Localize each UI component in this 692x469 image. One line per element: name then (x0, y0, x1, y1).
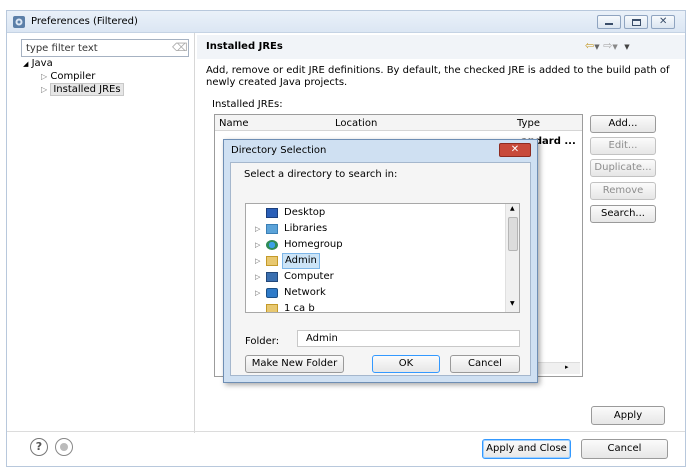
directory-tree-item[interactable]: ▷ Admin (246, 253, 504, 269)
search-button[interactable]: Search... (590, 205, 656, 223)
apply-and-close-button[interactable]: Apply and Close (482, 439, 571, 459)
folder-input[interactable]: Admin (297, 330, 520, 347)
desktop-icon (266, 208, 278, 218)
expander-arrow-icon[interactable]: ▷ (255, 285, 260, 301)
oomph-preferences-icon[interactable] (55, 438, 73, 456)
directory-tree-item[interactable]: ▷ Libraries (246, 221, 504, 237)
expander-arrow-icon[interactable]: ▷ (255, 221, 260, 237)
dialog-cancel-button[interactable]: Cancel (450, 355, 520, 373)
oomph-icon-center (60, 443, 68, 451)
directory-selection-dialog: Directory Selection ✕ Select a directory… (223, 139, 538, 383)
expander-arrow-icon[interactable]: ▷ (255, 253, 260, 269)
column-header-type[interactable]: Type (517, 118, 540, 129)
close-window-button[interactable]: ✕ (651, 15, 675, 29)
preferences-icon (13, 16, 25, 28)
apply-button[interactable]: Apply (591, 406, 665, 425)
page-description-line2: newly created Java projects. (206, 77, 348, 88)
clear-filter-icon[interactable]: ⌫ (172, 41, 188, 54)
directory-tree-item-label: Network (284, 287, 326, 298)
title-bar[interactable]: Preferences (Filtered) ✕ (7, 11, 685, 33)
preferences-window: Preferences (Filtered) ✕ type filter tex… (6, 10, 686, 467)
duplicate-button[interactable]: Duplicate... (590, 159, 656, 177)
directory-tree-item[interactable]: ▷ Network (246, 285, 504, 301)
collapsed-arrow-icon: ▷ (41, 72, 48, 81)
maximize-icon (632, 19, 641, 26)
scroll-up-arrow-icon[interactable]: ▲ (510, 205, 515, 212)
folder-label: Folder: (245, 336, 280, 347)
tree-v-scrollbar[interactable]: ▲ ▼ (505, 204, 519, 312)
directory-tree-item-label: Admin (282, 253, 320, 269)
directory-tree-item-label: Homegroup (284, 239, 343, 250)
dialog-prompt: Select a directory to search in: (244, 169, 398, 180)
dialog-body: Select a directory to search in: Desktop… (230, 162, 531, 376)
scroll-right-arrow-icon[interactable]: ▸ (565, 363, 569, 371)
back-arrow-icon[interactable]: ⇦ (585, 39, 594, 52)
tree-item-java-label: Java (31, 58, 53, 69)
add-button[interactable]: Add... (590, 115, 656, 133)
close-icon: ✕ (659, 16, 668, 27)
filter-input[interactable]: type filter text ⌫ (21, 39, 189, 57)
make-new-folder-button[interactable]: Make New Folder (245, 355, 344, 373)
cancel-preferences-button[interactable]: Cancel (581, 439, 668, 459)
collapsed-arrow-icon: ▷ (41, 85, 48, 94)
folder-icon (266, 304, 278, 312)
directory-tree-item-label: Computer (284, 271, 334, 282)
tree-item-installed-jres[interactable]: ▷ Installed JREs (41, 83, 124, 96)
directory-tree-item[interactable]: ▷ Homegroup (246, 237, 504, 253)
footer-separator (7, 431, 685, 432)
dialog-close-button[interactable]: ✕ (499, 143, 531, 157)
forward-menu-icon[interactable]: ▼ (612, 43, 617, 51)
ok-button[interactable]: OK (372, 355, 440, 373)
expanded-arrow-icon: ◢ (23, 60, 29, 68)
back-menu-icon[interactable]: ▼ (594, 43, 599, 51)
directory-tree-item[interactable]: 1 ca b (246, 301, 504, 313)
view-menu-icon[interactable]: ▼ (624, 43, 629, 51)
close-icon: ✕ (510, 144, 520, 155)
remove-button[interactable]: Remove (590, 182, 656, 200)
network-icon (266, 288, 278, 298)
sash-divider[interactable] (194, 33, 195, 433)
page-description-line1: Add, remove or edit JRE definitions. By … (206, 65, 670, 76)
expander-arrow-icon[interactable]: ▷ (255, 237, 260, 253)
minimize-icon (605, 23, 613, 25)
tree-item-installed-jres-label: Installed JREs (50, 83, 124, 96)
edit-button[interactable]: Edit... (590, 137, 656, 155)
window-title: Preferences (Filtered) (31, 16, 138, 27)
history-nav: ⇦▼ ⇨▼ ▼ (585, 39, 630, 52)
directory-tree-item-label: Desktop (284, 207, 326, 218)
libraries-icon (266, 224, 278, 234)
minimize-button[interactable] (597, 15, 621, 29)
installed-jres-label: Installed JREs: (212, 99, 283, 110)
column-header-name[interactable]: Name (219, 118, 249, 129)
directory-tree-item-label: Libraries (284, 223, 328, 234)
filter-placeholder: type filter text (26, 43, 98, 54)
dialog-title: Directory Selection (231, 145, 327, 156)
directory-tree-rows: Desktop ▷ Libraries ▷ Homegroup ▷ Admin ▷ Comput… (246, 205, 504, 313)
tree-item-java[interactable]: ◢ Java (23, 58, 53, 69)
page-title: Installed JREs (206, 41, 283, 52)
help-icon[interactable]: ? (30, 438, 48, 456)
directory-tree[interactable]: Desktop ▷ Libraries ▷ Homegroup ▷ Admin ▷ Comput… (245, 203, 520, 313)
forward-arrow-icon[interactable]: ⇨ (603, 39, 612, 52)
homegroup-icon (266, 240, 278, 250)
tree-item-compiler-label: Compiler (50, 71, 96, 82)
scroll-thumb[interactable] (508, 217, 518, 251)
maximize-button[interactable] (624, 15, 648, 29)
directory-tree-item-label: 1 ca b (284, 303, 315, 313)
computer-icon (266, 272, 278, 282)
column-header-location[interactable]: Location (335, 118, 377, 129)
scroll-down-arrow-icon[interactable]: ▼ (510, 300, 515, 307)
directory-tree-item[interactable]: ▷ Computer (246, 269, 504, 285)
directory-tree-item[interactable]: Desktop (246, 205, 504, 221)
expander-arrow-icon[interactable]: ▷ (255, 269, 260, 285)
user-folder-icon (266, 256, 278, 266)
tree-item-compiler[interactable]: ▷ Compiler (41, 71, 95, 82)
folder-input-value: Admin (306, 333, 338, 344)
